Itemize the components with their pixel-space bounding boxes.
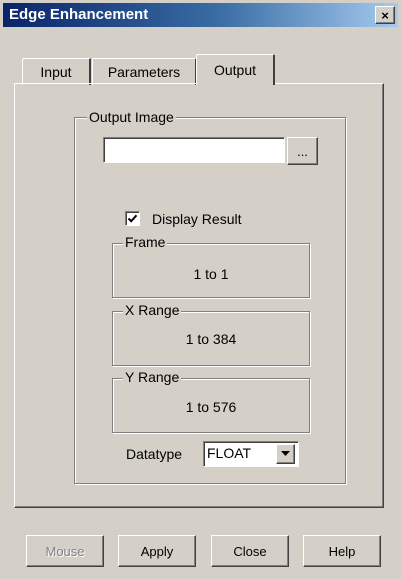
apply-button-label: Apply xyxy=(140,543,174,559)
tab-parameters[interactable]: Parameters xyxy=(92,58,197,85)
display-result-checkbox[interactable] xyxy=(125,211,140,226)
window-title: Edge Enhancement xyxy=(9,6,149,23)
x-range-group: X Range 1 to 384 xyxy=(112,302,310,366)
datatype-dropdown-button[interactable] xyxy=(276,444,295,464)
tab-parameters-label: Parameters xyxy=(107,64,181,80)
close-button[interactable]: Close xyxy=(211,535,289,567)
frame-group-label: Frame xyxy=(123,234,168,250)
close-button-label: Close xyxy=(233,543,267,559)
dialog-window: Edge Enhancement × Input Parameters Outp… xyxy=(0,0,401,579)
tab-input-label: Input xyxy=(40,64,72,80)
y-range-group: Y Range 1 to 576 xyxy=(112,369,310,433)
datatype-label: Datatype xyxy=(126,446,183,462)
datatype-selected: FLOAT xyxy=(207,445,252,461)
close-icon: × xyxy=(381,7,389,23)
frame-value: 1 to 1 xyxy=(193,266,229,282)
apply-button[interactable]: Apply xyxy=(118,535,196,567)
x-range-group-label: X Range xyxy=(123,302,182,318)
close-window-button[interactable]: × xyxy=(375,6,395,24)
checkmark-icon xyxy=(127,214,138,223)
browse-button[interactable]: ... xyxy=(287,137,318,165)
mouse-button[interactable]: Mouse xyxy=(26,535,104,567)
y-range-value: 1 to 576 xyxy=(185,399,237,415)
browse-button-label: ... xyxy=(297,143,308,159)
chevron-down-icon xyxy=(281,451,290,456)
datatype-select[interactable]: FLOAT xyxy=(203,441,299,467)
title-bar[interactable]: Edge Enhancement × xyxy=(3,3,398,27)
tab-output[interactable]: Output xyxy=(196,54,275,85)
frame-group: Frame 1 to 1 xyxy=(112,234,310,298)
y-range-group-label: Y Range xyxy=(123,369,182,385)
help-button-label: Help xyxy=(328,543,356,559)
help-button[interactable]: Help xyxy=(303,535,381,567)
output-image-field[interactable] xyxy=(103,137,285,163)
tab-output-label: Output xyxy=(213,62,257,78)
tab-input[interactable]: Input xyxy=(22,58,91,85)
output-image-group-label: Output Image xyxy=(87,109,176,125)
display-result-label: Display Result xyxy=(152,211,242,227)
x-range-value: 1 to 384 xyxy=(185,331,237,347)
mouse-button-label: Mouse xyxy=(45,543,85,559)
